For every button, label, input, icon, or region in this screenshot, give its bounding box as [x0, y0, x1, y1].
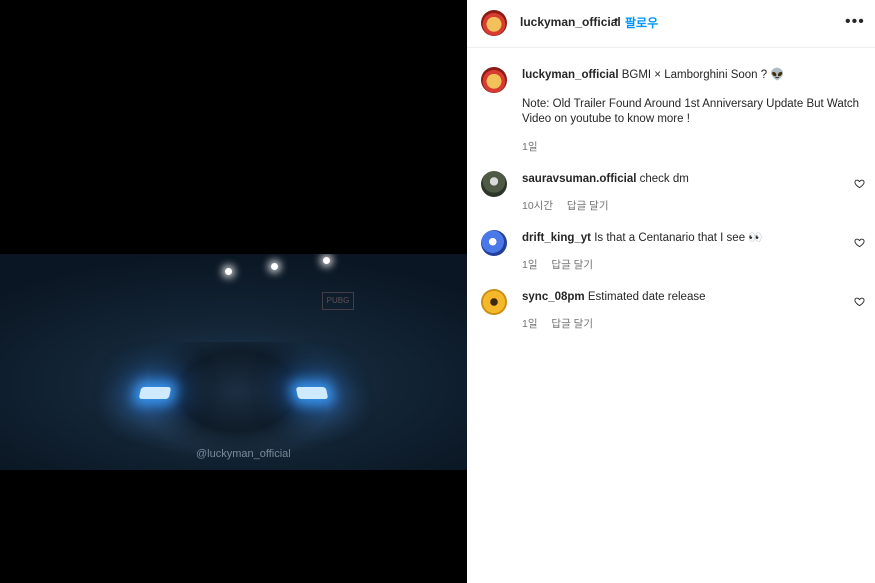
follow-button[interactable]: 팔로우 — [625, 14, 658, 31]
comment-avatar[interactable] — [481, 289, 507, 315]
video-player[interactable]: PUBG @luckyman_official — [0, 254, 467, 470]
post-side-panel: luckyman_official • 팔로우 ••• luckyman_off… — [467, 0, 875, 583]
caption-meta: 1일 — [522, 139, 549, 154]
comment-line: sync_08pm Estimated date release — [522, 290, 842, 305]
comment-time[interactable]: 10시간 — [522, 200, 553, 212]
comment-line: sauravsuman.official check dm — [522, 172, 842, 187]
comment-username[interactable]: sync_08pm — [522, 291, 585, 303]
comment-line: drift_king_yt Is that a Centanario that … — [522, 231, 842, 246]
caption-text: BGMI × Lamborghini Soon ? 👽 — [621, 69, 785, 81]
instagram-post-view: PUBG @luckyman_official luckyman_officia… — [0, 0, 875, 583]
headlight-left — [138, 387, 172, 399]
comment-avatar[interactable] — [481, 230, 507, 256]
like-heart-icon[interactable] — [854, 296, 865, 307]
like-heart-icon[interactable] — [854, 178, 865, 189]
comment-avatar[interactable] — [481, 171, 507, 197]
comment-text: Estimated date release — [587, 291, 706, 303]
comment-meta: 1일 답글 달기 — [522, 257, 604, 272]
background-sign: PUBG — [322, 292, 354, 310]
video-watermark: @luckyman_official — [196, 448, 291, 460]
header-username[interactable]: luckyman_official — [520, 15, 621, 29]
post-header: luckyman_official • 팔로우 ••• — [467, 0, 875, 48]
caption-line: luckyman_official BGMI × Lamborghini Soo… — [522, 68, 862, 83]
ceiling-light — [225, 268, 232, 275]
separator-dot: • — [614, 13, 619, 27]
comment-time[interactable]: 1일 — [522, 318, 538, 330]
comment-username[interactable]: drift_king_yt — [522, 232, 591, 244]
comment-meta: 1일 답글 달기 — [522, 316, 604, 331]
post-media[interactable]: PUBG @luckyman_official — [0, 0, 467, 583]
caption-time[interactable]: 1일 — [522, 141, 538, 153]
reply-button[interactable]: 답글 달기 — [567, 200, 609, 212]
ceiling-light — [323, 257, 330, 264]
reply-button[interactable]: 답글 달기 — [551, 318, 593, 330]
comment-meta: 10시간 답글 달기 — [522, 198, 619, 213]
reply-button[interactable]: 답글 달기 — [551, 259, 593, 271]
headlight-right — [295, 387, 329, 399]
caption-username[interactable]: luckyman_official — [522, 69, 619, 81]
more-options-icon[interactable]: ••• — [845, 13, 865, 31]
caption-note: Note: Old Trailer Found Around 1st Anniv… — [522, 98, 860, 125]
avatar[interactable] — [481, 10, 507, 36]
comment-text: check dm — [639, 173, 689, 185]
ceiling-light — [271, 263, 278, 270]
comment-time[interactable]: 1일 — [522, 259, 538, 271]
caption-avatar[interactable] — [481, 67, 507, 93]
like-heart-icon[interactable] — [854, 237, 865, 248]
comment-text: Is that a Centanario that I see 👀 — [594, 232, 763, 244]
comment-username[interactable]: sauravsuman.official — [522, 173, 636, 185]
